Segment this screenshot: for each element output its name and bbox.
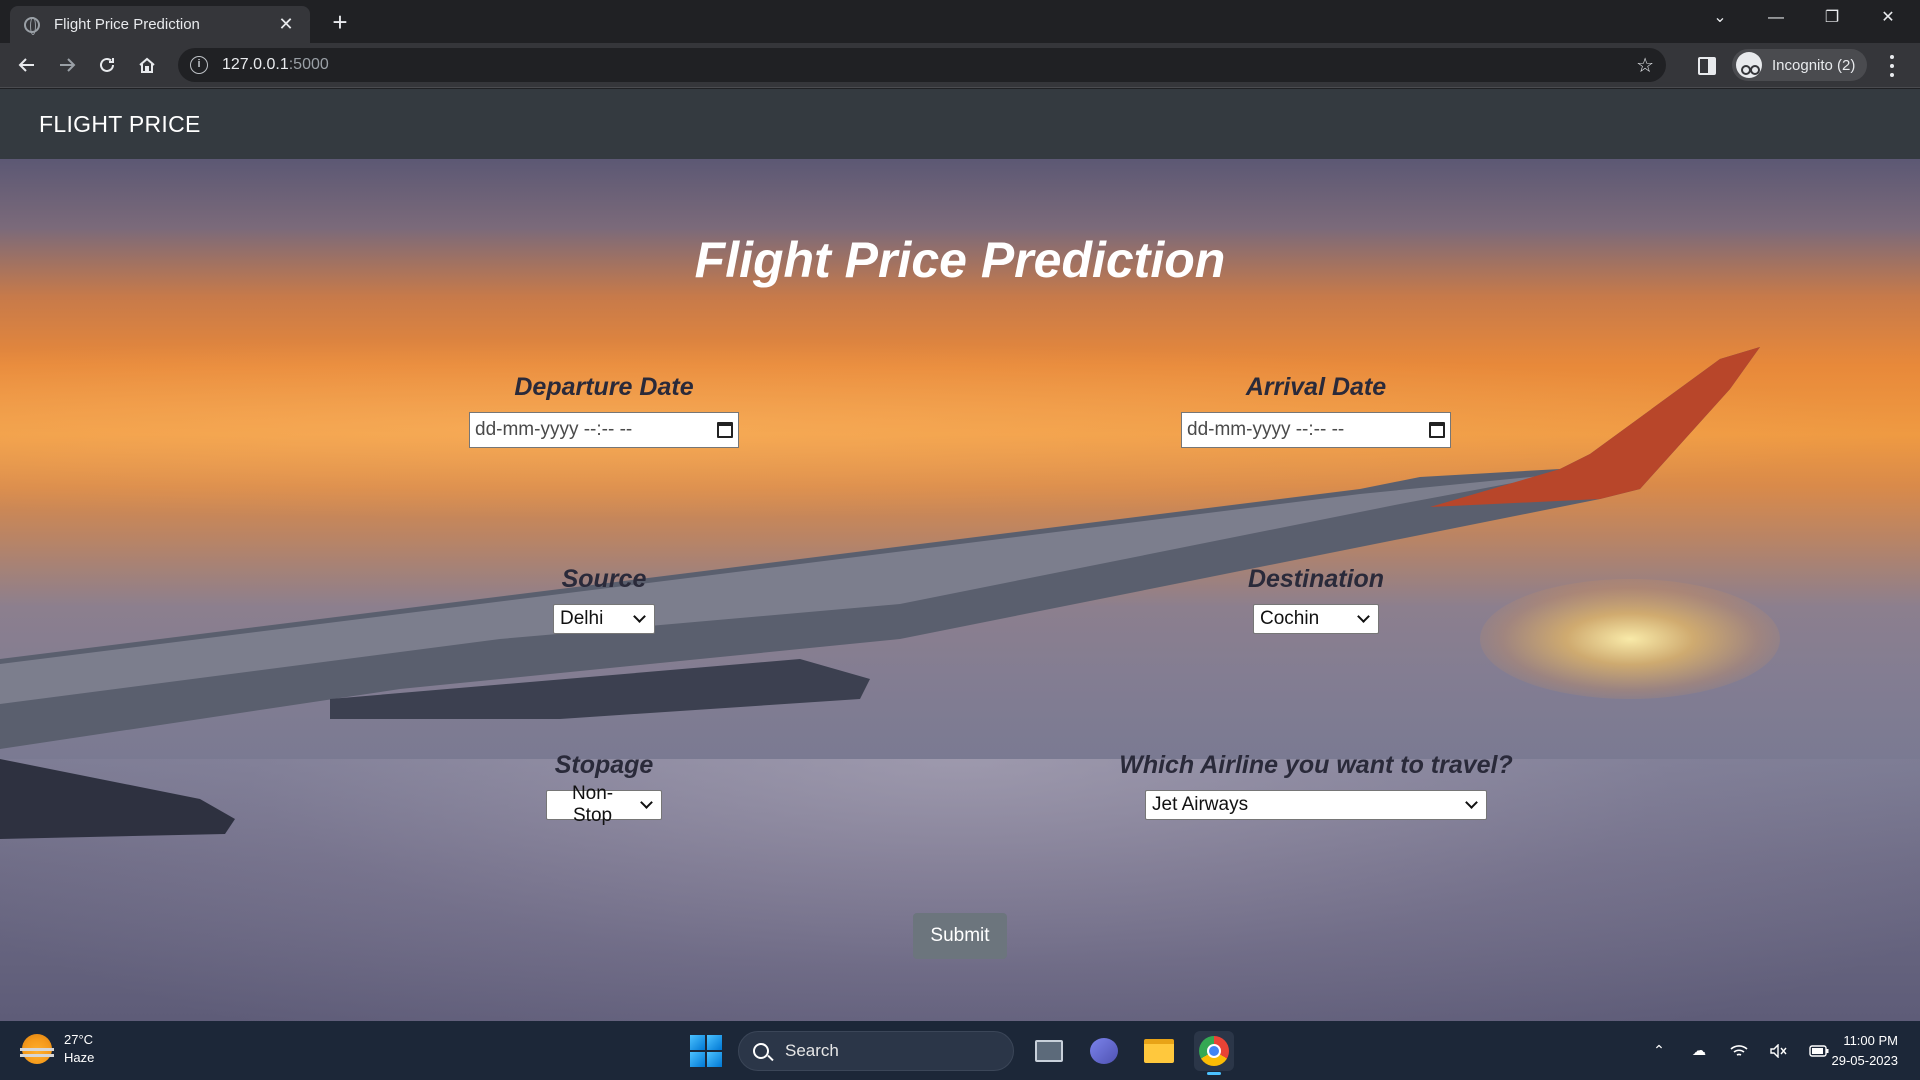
chevron-down-icon: [633, 610, 646, 623]
forward-arrow-icon[interactable]: [51, 49, 83, 81]
airline-field: Which Airline you want to travel? Jet Ai…: [1066, 751, 1566, 820]
chevron-down-icon: [1465, 796, 1478, 809]
wifi-icon[interactable]: [1728, 1040, 1750, 1062]
url-host: 127.0.0.1: [222, 56, 289, 73]
clock-time: 11:00 PM: [1843, 1033, 1898, 1048]
back-arrow-icon[interactable]: [11, 49, 43, 81]
system-tray: ⌃ ☁: [1630, 1021, 1830, 1080]
window-close-icon[interactable]: ✕: [1860, 0, 1916, 36]
windows-start-icon[interactable]: [690, 1035, 722, 1067]
windows-taskbar: 27°C Haze Search ⌃ ☁ 11:00 PM 29-05-2023: [0, 1021, 1920, 1080]
active-app-indicator: [1207, 1072, 1221, 1075]
source-select[interactable]: Delhi: [553, 604, 655, 634]
teams-chat-button[interactable]: [1084, 1031, 1124, 1071]
taskbar-clock[interactable]: 11:00 PM 29-05-2023: [1832, 1031, 1899, 1071]
reload-icon[interactable]: [91, 49, 123, 81]
address-bar[interactable]: i 127.0.0.1:5000 ☆: [178, 48, 1666, 82]
page-title: Flight Price Prediction: [694, 232, 1226, 288]
stopage-field: Stopage Non-Stop: [354, 751, 854, 826]
arrival-field: Arrival Date dd-mm-yyyy --:-- --: [1066, 373, 1566, 448]
url-port: :5000: [288, 56, 329, 73]
departure-label: Departure Date: [514, 373, 694, 401]
departure-date-input[interactable]: dd-mm-yyyy --:-- --: [469, 412, 739, 448]
departure-field: Departure Date dd-mm-yyyy --:-- --: [354, 373, 854, 448]
bookmark-star-icon[interactable]: ☆: [1636, 53, 1654, 78]
incognito-profile-button[interactable]: Incognito (2): [1732, 49, 1868, 81]
calendar-icon[interactable]: [717, 422, 733, 438]
weather-temperature: 27°C: [64, 1032, 94, 1047]
restore-icon[interactable]: ❐: [1804, 0, 1860, 36]
file-explorer-button[interactable]: [1139, 1031, 1179, 1071]
prediction-form: Flight Price Prediction Departure Date d…: [0, 159, 1920, 1021]
source-value: Delhi: [560, 608, 604, 629]
taskbar-center: Search: [690, 1029, 1234, 1075]
airline-select[interactable]: Jet Airways: [1145, 790, 1487, 820]
weather-condition: Haze: [64, 1050, 95, 1065]
stopage-select[interactable]: Non-Stop: [546, 783, 662, 826]
tab-search-icon[interactable]: ⌄: [1692, 0, 1748, 36]
chrome-taskbar-button[interactable]: [1194, 1031, 1234, 1075]
haze-weather-icon: [20, 1034, 54, 1064]
hero-background: Flight Price Prediction Departure Date d…: [0, 159, 1920, 1021]
cloud-icon[interactable]: ☁: [1688, 1040, 1710, 1062]
video-chat-icon: [1090, 1038, 1118, 1064]
taskbar-search-label: Search: [785, 1041, 839, 1060]
departure-placeholder: dd-mm-yyyy --:-- --: [475, 419, 633, 440]
clock-date: 29-05-2023: [1831, 1053, 1899, 1068]
stopage-label: Stopage: [554, 751, 654, 779]
search-icon: [753, 1043, 769, 1059]
taskbar-search[interactable]: Search: [738, 1031, 1014, 1071]
browser-toolbar: i 127.0.0.1:5000 ☆ Incognito (2): [0, 43, 1920, 88]
task-view-button[interactable]: [1029, 1031, 1069, 1071]
site-navbar: FLIGHT PRICE: [0, 89, 1920, 159]
browser-tabstrip: Flight Price Prediction ✕ + ⌄ — ❐ ✕: [0, 0, 1920, 43]
arrival-label: Arrival Date: [1245, 373, 1387, 401]
chevron-down-icon: [640, 796, 653, 809]
globe-icon: [24, 16, 40, 35]
browser-tab-active[interactable]: Flight Price Prediction ✕: [10, 6, 310, 43]
airline-label: Which Airline you want to travel?: [1119, 751, 1513, 779]
tab-title: Flight Price Prediction: [54, 16, 200, 33]
submit-button[interactable]: Submit: [913, 913, 1007, 959]
destination-select[interactable]: Cochin: [1253, 604, 1379, 634]
arrival-date-input[interactable]: dd-mm-yyyy --:-- --: [1181, 412, 1451, 448]
side-panel-icon[interactable]: [1698, 57, 1716, 75]
incognito-icon: [1736, 52, 1762, 78]
arrival-placeholder: dd-mm-yyyy --:-- --: [1187, 419, 1345, 440]
source-label: Source: [561, 565, 647, 593]
chevron-up-icon[interactable]: ⌃: [1648, 1040, 1670, 1062]
folder-icon: [1144, 1039, 1174, 1063]
source-field: Source Delhi: [354, 565, 854, 634]
destination-field: Destination Cochin: [1066, 565, 1566, 634]
weather-widget[interactable]: 27°C Haze: [20, 1031, 95, 1067]
airline-value: Jet Airways: [1152, 794, 1249, 815]
stopage-value: Non-Stop: [571, 783, 614, 826]
incognito-label: Incognito (2): [1772, 56, 1856, 74]
tab-close-icon[interactable]: ✕: [276, 14, 296, 35]
task-view-icon: [1035, 1040, 1063, 1062]
home-icon[interactable]: [131, 49, 163, 81]
battery-icon[interactable]: [1808, 1040, 1830, 1062]
speaker-muted-icon[interactable]: [1768, 1040, 1790, 1062]
destination-label: Destination: [1247, 565, 1385, 593]
navbar-brand[interactable]: FLIGHT PRICE: [39, 111, 201, 138]
chevron-down-icon: [1357, 610, 1370, 623]
new-tab-button[interactable]: +: [326, 8, 354, 36]
minimize-icon[interactable]: —: [1748, 0, 1804, 36]
destination-value: Cochin: [1260, 608, 1320, 629]
browser-menu-icon[interactable]: [1882, 55, 1902, 77]
calendar-icon[interactable]: [1429, 422, 1445, 438]
chrome-icon: [1199, 1036, 1229, 1066]
web-page: FLIGHT PRICE Flight Price Prediction Dep…: [0, 89, 1920, 1021]
site-info-icon[interactable]: i: [190, 56, 208, 74]
